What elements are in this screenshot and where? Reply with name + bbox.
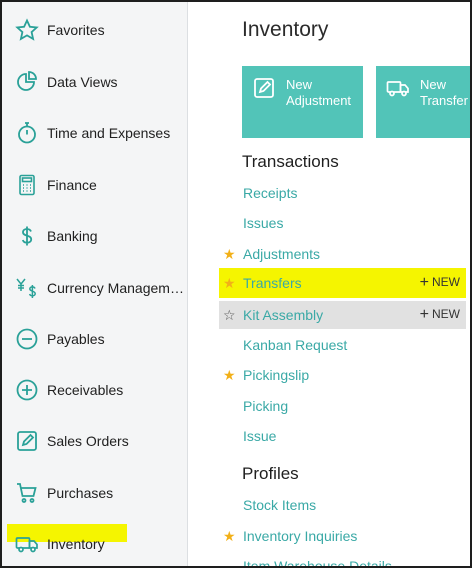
list-item-issue: Issue bbox=[219, 423, 466, 449]
list-item-kit-assembly: ☆ Kit Assembly + NEW bbox=[219, 301, 466, 329]
pickingslip-link[interactable]: Pickingslip bbox=[243, 367, 309, 383]
sidebar-item-label: Finance bbox=[47, 177, 97, 193]
stopwatch-icon bbox=[14, 120, 40, 146]
minus-circle-icon bbox=[14, 326, 40, 352]
favorite-star-icon[interactable]: ★ bbox=[223, 276, 236, 290]
favorite-star-icon[interactable]: ★ bbox=[223, 247, 236, 261]
picking-link[interactable]: Picking bbox=[243, 398, 288, 414]
plus-circle-icon bbox=[14, 377, 40, 403]
tile-label: New Adjustment bbox=[286, 77, 363, 109]
new-label: NEW bbox=[432, 307, 460, 321]
sidebar-item-label: Data Views bbox=[47, 74, 118, 90]
list-item-inventory-inquiries: ★ Inventory Inquiries bbox=[219, 523, 466, 549]
adjustments-link[interactable]: Adjustments bbox=[243, 246, 320, 262]
plus-icon: + bbox=[419, 274, 429, 291]
list-item-issues: Issues bbox=[219, 210, 466, 236]
receipts-link[interactable]: Receipts bbox=[243, 185, 297, 201]
issues-link[interactable]: Issues bbox=[243, 215, 283, 231]
new-adjustment-tile[interactable]: New Adjustment bbox=[242, 66, 363, 138]
edit-icon bbox=[254, 78, 274, 98]
sidebar-item-sales-orders[interactable]: Sales Orders bbox=[2, 421, 188, 461]
app-window: Favorites Data Views Time and Expenses F… bbox=[0, 0, 472, 568]
sidebar-item-label: Purchases bbox=[47, 485, 114, 501]
truck-icon bbox=[386, 81, 409, 97]
inventory-inquiries-link[interactable]: Inventory Inquiries bbox=[243, 528, 357, 544]
list-item-pickingslip: ★ Pickingslip bbox=[219, 362, 466, 388]
cart-icon bbox=[14, 480, 40, 506]
sidebar-item-label: Inventory bbox=[47, 536, 105, 552]
edit-icon bbox=[14, 428, 40, 454]
star-icon bbox=[14, 17, 40, 43]
item-warehouse-details-link[interactable]: Item Warehouse Details bbox=[243, 558, 392, 566]
sidebar-item-time-and-expenses[interactable]: Time and Expenses bbox=[2, 113, 188, 153]
page-title: Inventory bbox=[242, 18, 329, 41]
issue-link[interactable]: Issue bbox=[243, 428, 276, 444]
new-kit-assembly-button[interactable]: + NEW bbox=[420, 306, 460, 324]
favorite-star-icon[interactable]: ★ bbox=[223, 529, 236, 543]
truck-icon bbox=[14, 531, 40, 557]
favorite-star-icon[interactable]: ★ bbox=[223, 368, 236, 382]
sidebar-item-purchases[interactable]: Purchases bbox=[2, 473, 188, 513]
new-transfer-tile[interactable]: New Transfer bbox=[376, 66, 470, 138]
tile-label-line: Adjustment bbox=[286, 93, 352, 108]
currency-yen-dollar-icon bbox=[14, 275, 40, 301]
dollar-icon bbox=[14, 223, 40, 249]
sidebar-item-payables[interactable]: Payables bbox=[2, 319, 188, 359]
transfers-link[interactable]: Transfers bbox=[243, 275, 302, 291]
transactions-heading: Transactions bbox=[242, 152, 339, 171]
list-item-item-warehouse-details: Item Warehouse Details bbox=[219, 553, 466, 566]
main-panel: Inventory New Adjustment New Transfer Tr… bbox=[189, 2, 470, 566]
sidebar-item-finance[interactable]: Finance bbox=[2, 165, 188, 205]
calculator-icon bbox=[14, 172, 40, 198]
sidebar-item-label: Currency Managem… bbox=[47, 280, 184, 296]
tile-label-line: New bbox=[286, 77, 313, 92]
sidebar-item-label: Sales Orders bbox=[47, 433, 129, 449]
sidebar-item-receivables[interactable]: Receivables bbox=[2, 370, 188, 410]
sidebar-item-label: Payables bbox=[47, 331, 105, 347]
sidebar-item-label: Receivables bbox=[47, 382, 124, 398]
stock-items-link[interactable]: Stock Items bbox=[243, 497, 316, 513]
tile-label-line: Transfer bbox=[420, 93, 468, 108]
sidebar-item-data-views[interactable]: Data Views bbox=[2, 62, 188, 102]
sidebar-item-banking[interactable]: Banking bbox=[2, 216, 188, 256]
sidebar-item-label: Favorites bbox=[47, 22, 105, 38]
list-item-transfers: ★ Transfers + NEW bbox=[219, 268, 466, 298]
list-item-picking: Picking bbox=[219, 393, 466, 419]
sidebar-item-inventory[interactable]: Inventory bbox=[2, 524, 188, 564]
sidebar-item-label: Time and Expenses bbox=[47, 125, 171, 141]
list-item-kanban-request: Kanban Request bbox=[219, 332, 466, 358]
kit-assembly-link[interactable]: Kit Assembly bbox=[243, 307, 323, 323]
kanban-request-link[interactable]: Kanban Request bbox=[243, 337, 347, 353]
pie-chart-icon bbox=[14, 69, 40, 95]
sidebar-item-currency-management[interactable]: Currency Managem… bbox=[2, 268, 188, 308]
new-transfer-button[interactable]: + NEW bbox=[420, 274, 460, 292]
list-item-adjustments: ★ Adjustments bbox=[219, 241, 466, 267]
sidebar: Favorites Data Views Time and Expenses F… bbox=[2, 2, 188, 566]
sidebar-item-label: Banking bbox=[47, 228, 98, 244]
list-item-stock-items: Stock Items bbox=[219, 492, 466, 518]
new-label: NEW bbox=[432, 275, 460, 289]
unfavorite-star-icon[interactable]: ☆ bbox=[223, 308, 236, 322]
list-item-receipts: Receipts bbox=[219, 180, 466, 206]
tile-label-line: New bbox=[420, 77, 447, 92]
sidebar-item-favorites[interactable]: Favorites bbox=[2, 10, 188, 50]
plus-icon: + bbox=[419, 306, 429, 323]
tile-label: New Transfer bbox=[420, 77, 470, 109]
profiles-heading: Profiles bbox=[242, 464, 299, 483]
